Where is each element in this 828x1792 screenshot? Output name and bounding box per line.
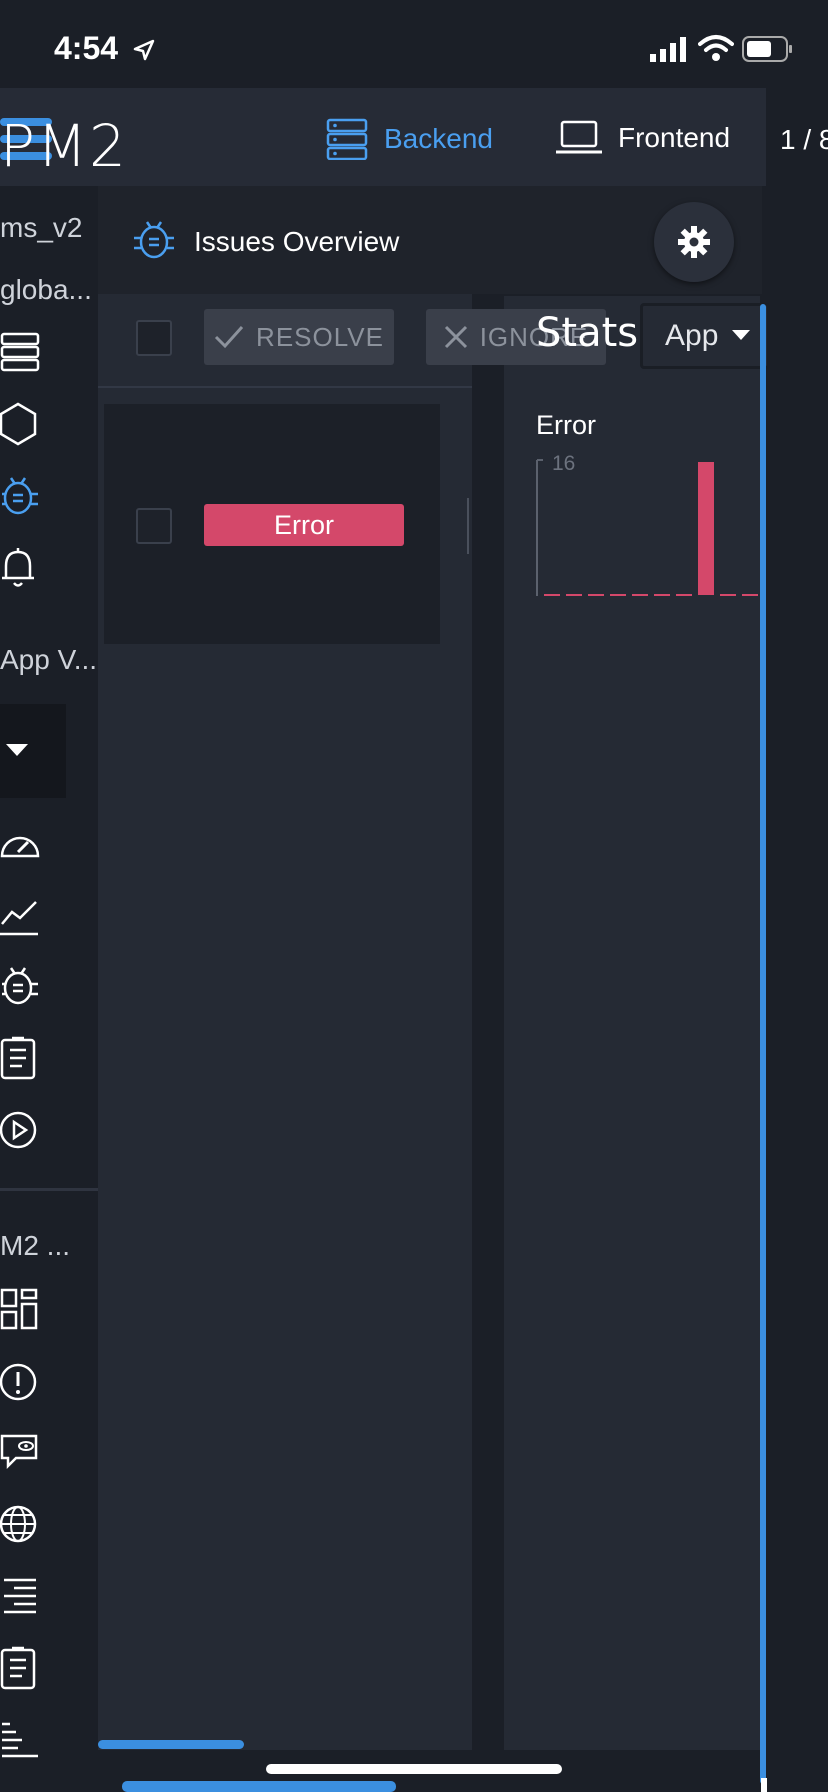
chart-ytick-label: 16 xyxy=(552,452,575,475)
hexagon-icon[interactable] xyxy=(0,402,44,446)
pm2-logo: PM2 xyxy=(0,112,128,180)
pagination-indicator: 1 / 8 xyxy=(780,124,828,155)
chart-bar xyxy=(698,462,714,595)
row-divider xyxy=(467,498,469,554)
horizontal-scrollbar-outer[interactable] xyxy=(122,1781,396,1792)
chat-eye-icon[interactable] xyxy=(0,1430,44,1474)
play-circle-icon[interactable] xyxy=(0,1108,44,1152)
error-bar-chart: 16 xyxy=(536,452,758,596)
caret-down-icon xyxy=(6,744,28,756)
document-icon[interactable] xyxy=(0,1036,44,1080)
select-all-checkbox[interactable] xyxy=(136,320,172,356)
issues-title: Issues Overview xyxy=(194,226,400,257)
stats-app-select[interactable]: App xyxy=(640,303,770,369)
nav-frontend-label: Frontend xyxy=(618,122,731,153)
resolve-label: RESOLVE xyxy=(256,321,384,352)
battery-icon xyxy=(742,36,792,62)
nav-frontend[interactable]: Frontend xyxy=(556,118,730,158)
home-indicator xyxy=(266,1764,562,1774)
issue-row-checkbox[interactable] xyxy=(136,508,172,544)
bug-icon xyxy=(134,221,174,259)
status-time: 4:54 xyxy=(54,30,119,66)
stats-title: Stats xyxy=(536,310,639,356)
bug-icon[interactable] xyxy=(0,964,44,1008)
text-align-right-icon[interactable] xyxy=(0,1574,44,1618)
speedometer-icon[interactable] xyxy=(0,822,44,866)
settings-button[interactable] xyxy=(654,202,734,282)
stats-select-value: App xyxy=(665,319,719,352)
panel-separator xyxy=(472,296,504,1750)
caret-down-icon xyxy=(732,330,751,340)
sidebar-section-pm2: M2 ... xyxy=(0,1230,71,1261)
vertical-scrollbar[interactable] xyxy=(760,304,766,1784)
nav-backend-label: Backend xyxy=(384,123,493,154)
text-align-left-icon[interactable] xyxy=(0,1718,44,1762)
scroll-end-marker xyxy=(761,1778,767,1792)
alert-circle-icon[interactable] xyxy=(0,1360,44,1404)
sidebar-env-name[interactable]: globa... xyxy=(0,274,92,306)
wifi-icon xyxy=(698,35,734,61)
sidebar-divider xyxy=(0,1188,98,1191)
horizontal-scrollbar-inner[interactable] xyxy=(98,1740,244,1749)
close-icon xyxy=(444,325,467,349)
sidebar-dropdown[interactable] xyxy=(0,704,66,798)
location-arrow-icon xyxy=(133,39,155,61)
server-icon xyxy=(326,118,368,160)
sidebar-section-app: App V... xyxy=(0,644,98,675)
issue-type-badge: Error xyxy=(204,504,404,546)
check-icon xyxy=(214,325,244,349)
line-chart-icon[interactable] xyxy=(0,894,44,938)
sidebar-app-name[interactable]: ms_v2 xyxy=(0,212,82,244)
bug-icon[interactable] xyxy=(0,474,44,518)
cellular-signal-icon xyxy=(650,37,686,62)
document-icon[interactable] xyxy=(0,1646,44,1690)
dashboard-grid-icon[interactable] xyxy=(0,1288,44,1332)
bell-icon[interactable] xyxy=(0,546,44,590)
toolbar-divider xyxy=(98,386,472,388)
server-icon[interactable] xyxy=(0,330,44,374)
nav-backend[interactable]: Backend xyxy=(326,118,493,160)
chart-label: Error xyxy=(536,410,596,440)
laptop-icon xyxy=(556,120,602,154)
globe-icon[interactable] xyxy=(0,1502,44,1546)
gear-icon xyxy=(678,226,710,258)
resolve-button[interactable]: RESOLVE xyxy=(204,309,394,365)
